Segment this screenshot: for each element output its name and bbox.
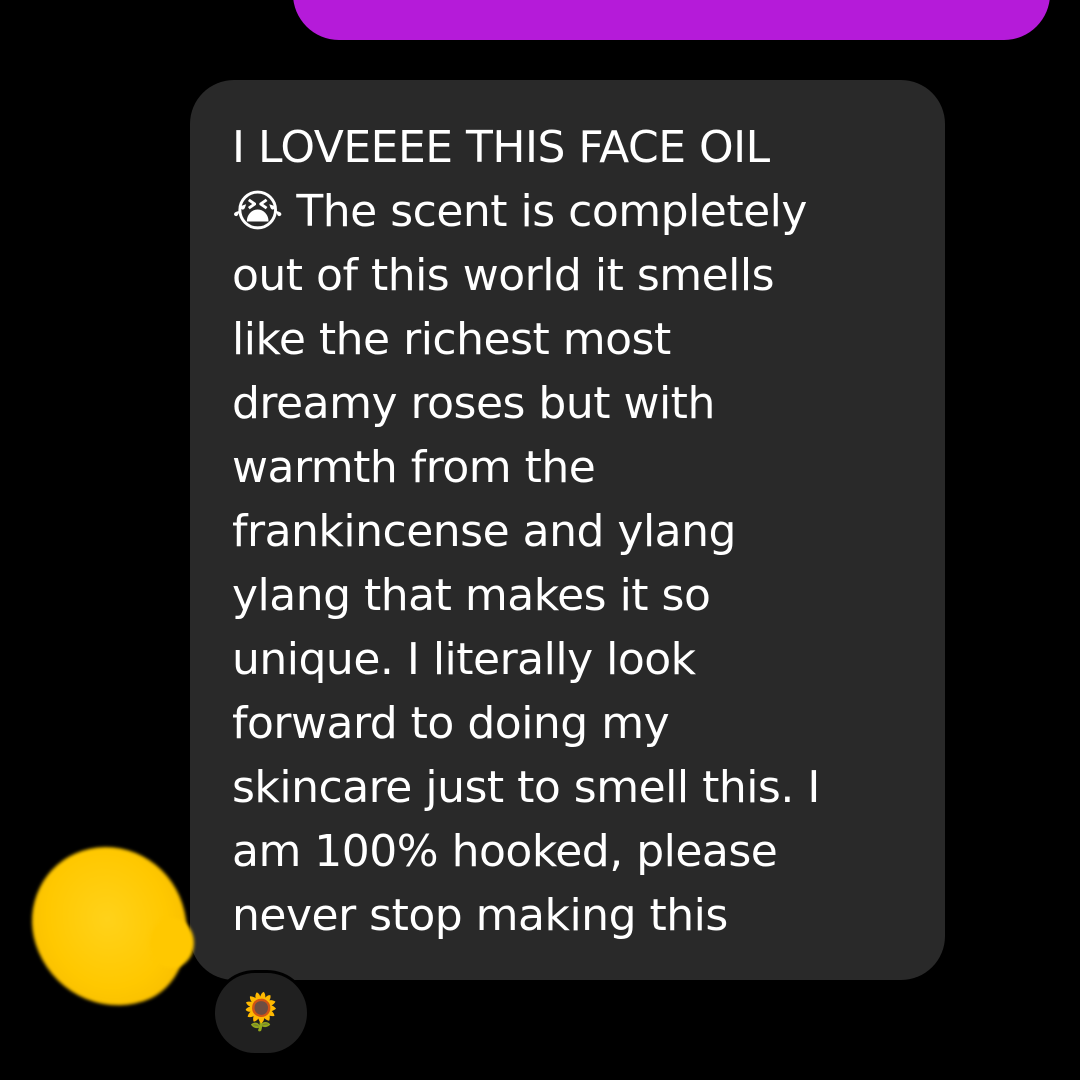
sent-message-bubble[interactable] bbox=[293, 0, 1050, 40]
received-message-bubble[interactable]: I LOVEEEE THIS FACE OIL 😭 The scent is c… bbox=[190, 80, 945, 980]
sunflower-icon: 🌻 bbox=[238, 992, 284, 1033]
chat-screen: I LOVEEEE THIS FACE OIL 😭 The scent is c… bbox=[0, 0, 1080, 1080]
received-message-text: I LOVEEEE THIS FACE OIL 😭 The scent is c… bbox=[232, 122, 820, 941]
sender-avatar-edge bbox=[150, 918, 194, 968]
message-reaction[interactable]: 🌻 bbox=[212, 970, 310, 1056]
